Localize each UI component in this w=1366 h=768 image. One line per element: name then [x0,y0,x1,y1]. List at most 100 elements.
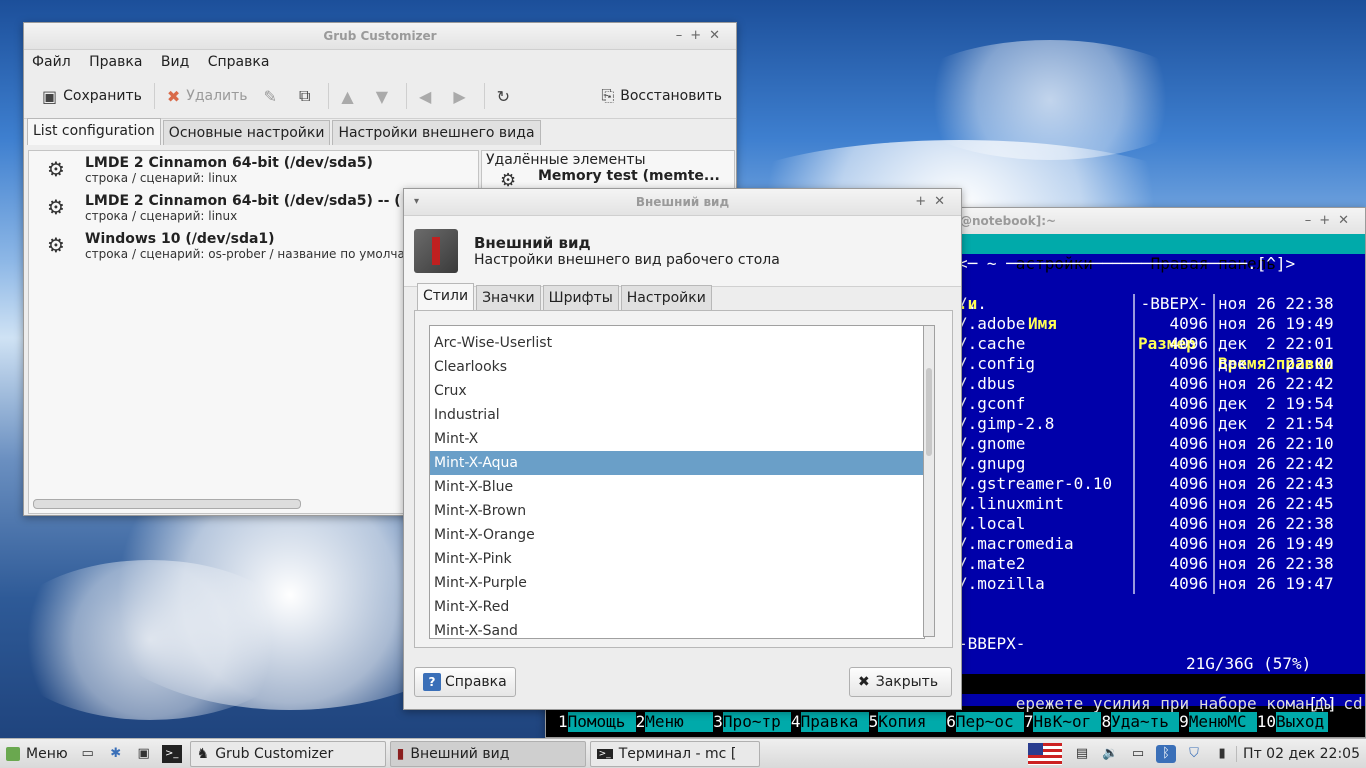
bluetooth-icon[interactable]: ᛒ [1156,744,1177,763]
volume-icon[interactable]: 🔉 [1100,745,1120,763]
file-time: ноя 26 19:47 [1218,574,1334,593]
shield-icon[interactable]: ⛉ [1184,745,1204,763]
removable-drive-icon[interactable]: ▤ [1072,745,1092,763]
fkey-10[interactable]: 10Выход [1256,712,1329,732]
help-button[interactable]: ? Справка [414,667,516,697]
style-item[interactable]: Mint-X-Orange [430,523,924,547]
file-size: -ВВЕРХ- [1140,294,1208,313]
style-item[interactable]: Mint-X-Sand [430,619,924,638]
move-right-button[interactable]: ▶ [445,78,479,114]
tab-icons[interactable]: Значки [476,285,541,310]
tab-general-settings[interactable]: Основные настройки [162,120,331,145]
window-title: Grub Customizer [323,29,437,43]
file-name: /.gimp-2.8 [958,414,1055,433]
fkey-3[interactable]: 3Про~тр [713,712,791,732]
menu-help[interactable]: Справка [208,54,270,70]
style-item[interactable]: Industrial [430,403,924,427]
gear-icon: ⚙ [47,233,65,257]
file-name: /.macromedia [958,534,1074,553]
start-menu-button[interactable]: Меню [0,746,74,762]
style-item[interactable]: Mint-X-Brown [430,499,924,523]
file-size: 4096 [1169,394,1208,413]
fkey-2[interactable]: 2Меню [635,712,714,732]
file-time: ноя 26 22:45 [1218,494,1334,513]
list-item[interactable]: ⚙ LMDE 2 Cinnamon 64-bit (/dev/sda5) стр… [29,151,478,189]
style-item[interactable]: Mint-X-Aqua [430,451,924,475]
styles-scrollbar[interactable] [923,325,935,637]
fkey-5[interactable]: 5Копия [868,712,947,732]
task-label: Внешний вид [410,745,510,762]
tab-appearance-settings[interactable]: Настройки внешнего вида [332,120,541,145]
tab-settings[interactable]: Настройки [620,285,712,310]
delete-button[interactable]: ✖ Удалить [159,78,256,114]
appearance-app-icon: ▮ [396,745,405,762]
file-manager-icon[interactable]: ✱ [106,745,126,763]
style-item[interactable]: Mint-X-Red [430,595,924,619]
move-left-button[interactable]: ◀ [411,78,445,114]
file-name: /.mozilla [958,574,1045,593]
save-button[interactable]: ▣ Сохранить [34,78,150,114]
fkey-6[interactable]: 6Пер~ос [946,712,1024,732]
clock[interactable]: Пт 02 дек 22:05 [1236,745,1366,762]
task-grub-customizer[interactable]: ♞ Grub Customizer [189,740,386,767]
file-size: 4096 [1169,334,1208,353]
terminal-launcher-icon[interactable]: >_ [161,744,182,763]
create-entry-button[interactable]: ⧉ [291,78,324,114]
mc-divider-size [1133,294,1135,594]
style-item[interactable]: Clearlooks [430,355,924,379]
fkey-8[interactable]: 8Уда~ть [1101,712,1180,732]
menu-file[interactable]: Файл [32,54,71,70]
fkey-label: МенюMC [1188,712,1257,732]
gear-icon: ⚙ [47,195,65,219]
keyboard-layout-flag-icon[interactable] [1028,742,1063,765]
mc-hint-tag: [^] [1308,694,1337,713]
refresh-button[interactable]: ↻ [489,78,524,114]
entry-subtitle: строка / сценарий: linux [85,171,238,185]
styles-list[interactable]: Arc-Wise-Userlist Clearlooks Crux Industria… [429,325,925,639]
help-label: Справка [445,674,507,690]
style-item[interactable]: Mint-X-Pink [430,547,924,571]
scrollbar-thumb[interactable] [926,368,932,456]
tab-styles[interactable]: Стили [417,283,475,310]
network-icon[interactable]: ▮ [1212,745,1232,763]
tab-list-configuration[interactable]: List configuration [27,118,161,145]
delete-label: Удалить [186,88,248,104]
file-time: дек 2 21:54 [1218,414,1334,433]
style-item[interactable]: Crux [430,379,924,403]
settings-icon[interactable]: ▣ [134,745,154,763]
battery-icon[interactable]: ▭ [1128,745,1148,763]
grub-titlebar[interactable]: Grub Customizer –+✕ [24,23,736,50]
fkey-label: Меню [645,712,714,732]
menu-edit[interactable]: Правка [89,54,142,70]
fkey-1[interactable]: 1Помощь [558,712,636,732]
fkey-4[interactable]: 4Правка [790,712,869,732]
task-appearance[interactable]: ▮ Внешний вид [389,740,586,767]
file-name: /.local [958,514,1026,533]
style-item[interactable]: Mint-X [430,427,924,451]
edit-button[interactable]: ✎ [256,78,291,114]
restore-button[interactable]: ⎘ Восстановить [593,78,730,114]
window-controls[interactable]: –+✕ [676,23,728,49]
fkey-7[interactable]: 7НвК~ог [1023,712,1102,732]
file-name: /.. [958,294,987,313]
move-up-button[interactable]: ▲ [333,78,367,114]
window-menu-icon[interactable]: ▾ [414,189,419,215]
horizontal-scrollbar[interactable] [33,499,301,509]
task-terminal[interactable]: >_ Терминал - mc [ [589,740,760,767]
move-down-button[interactable]: ▼ [368,78,402,114]
menu-view[interactable]: Вид [161,54,189,70]
close-label: Закрыть [875,674,939,690]
terminal-window-controls[interactable]: –+✕ [1305,208,1357,234]
fkey-9[interactable]: 9МенюMC [1179,712,1257,732]
style-item[interactable]: Mint-X-Blue [430,475,924,499]
style-item[interactable]: Mint-X-Purple [430,571,924,595]
dialog-titlebar[interactable]: ▾ Внешний вид +✕ [404,189,961,216]
menubar: Файл Правка Вид Справка [24,50,736,74]
fkey-number: 7 [1023,712,1034,731]
close-button[interactable]: ✖ Закрыть [849,667,952,697]
tab-fonts[interactable]: Шрифты [542,285,619,310]
appearance-suit-icon [414,229,458,273]
dialog-window-controls[interactable]: +✕ [915,189,953,215]
show-desktop-icon[interactable]: ▭ [78,745,98,763]
style-item[interactable]: Arc-Wise-Userlist [430,331,924,355]
